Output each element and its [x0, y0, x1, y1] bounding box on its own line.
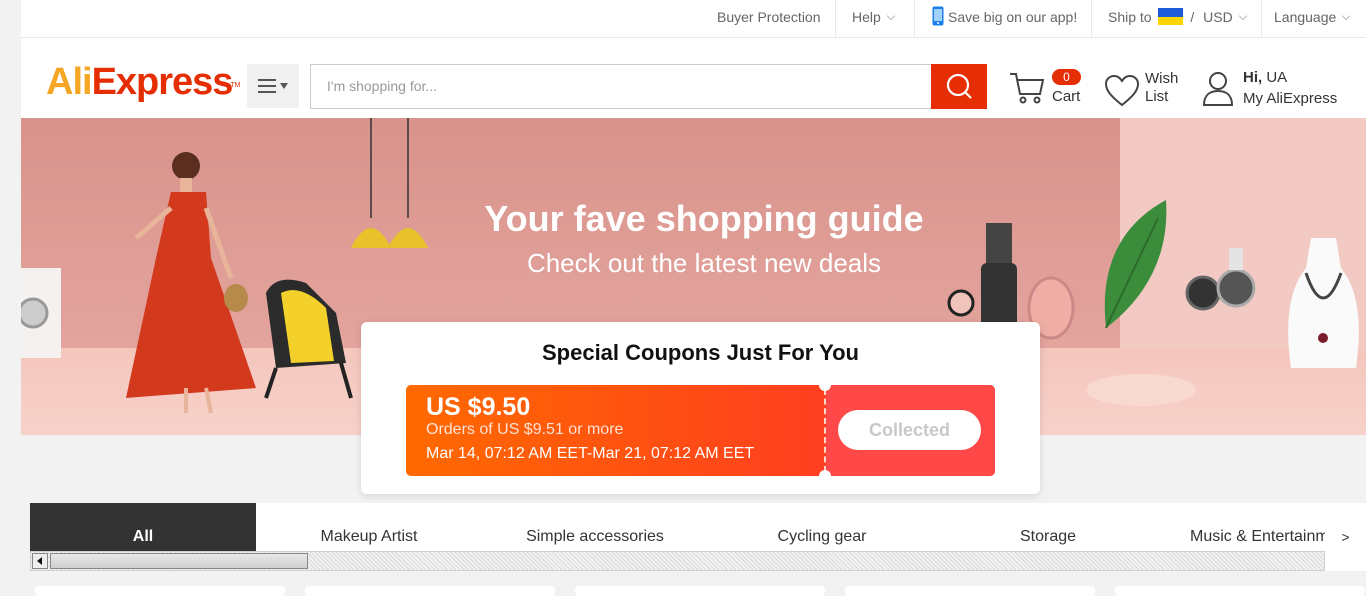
greeting: Hi, UA: [1243, 69, 1288, 86]
buyer-protection-link[interactable]: Buyer Protection: [717, 0, 821, 37]
tab-makeup-artist[interactable]: Makeup Artist: [256, 503, 482, 551]
heart-icon[interactable]: [1104, 74, 1140, 108]
tab-music-entertainment[interactable]: Music & Entertainment: [1161, 503, 1325, 551]
tab-storage[interactable]: Storage: [935, 503, 1161, 551]
phone-icon: [932, 6, 944, 26]
wish-list-line1[interactable]: Wish: [1145, 69, 1178, 88]
horizontal-scrollbar[interactable]: [30, 551, 1325, 571]
product-card[interactable]: [35, 586, 285, 596]
main-header: AliExpress TM I'm shopping for... 0 Cart …: [21, 38, 1366, 118]
language-label: Language: [1274, 9, 1337, 25]
coupon-amount: US $9.50: [426, 393, 531, 421]
category-tabs: All Makeup Artist Simple accessories Cyc…: [30, 503, 1325, 551]
ship-to-selector[interactable]: Ship to / USD: [1108, 0, 1247, 37]
coupon-card: Special Coupons Just For You US $9.50 Or…: [361, 322, 1040, 494]
search-icon: [946, 73, 972, 99]
scrollbar-thumb[interactable]: [50, 553, 308, 569]
my-aliexpress-link[interactable]: My AliExpress: [1243, 89, 1337, 108]
coupon-validity: Mar 14, 07:12 AM EET-Mar 21, 07:12 AM EE…: [426, 445, 755, 462]
washing-machine-illustration: [21, 268, 61, 358]
hamburger-menu-icon: [258, 79, 288, 93]
cart-label[interactable]: Cart: [1052, 87, 1080, 106]
divider: [1091, 0, 1092, 37]
help-label: Help: [852, 9, 881, 25]
round-pedestal-illustration: [1086, 374, 1196, 406]
banner-subtitle: Check out the latest new deals: [526, 248, 882, 278]
app-promo-label: Save big on our app!: [948, 9, 1078, 25]
chevron-down-icon: [886, 11, 896, 21]
app-promo-link[interactable]: Save big on our app!: [932, 0, 1077, 37]
divider: [914, 0, 915, 37]
coupon-ticket[interactable]: US $9.50 Orders of US $9.51 or more Mar …: [406, 385, 995, 476]
divider: [1261, 0, 1262, 37]
product-card[interactable]: [1115, 586, 1365, 596]
divider: [835, 0, 836, 37]
aliexpress-logo[interactable]: AliExpress TM: [46, 60, 240, 104]
help-menu[interactable]: Help: [852, 0, 896, 37]
collected-button[interactable]: Collected: [838, 410, 981, 450]
top-utility-bar: Buyer Protection Help Save big on our ap…: [21, 0, 1366, 38]
product-cards-row: [30, 586, 1365, 596]
tab-all[interactable]: All: [30, 503, 256, 551]
product-card[interactable]: [845, 586, 1095, 596]
ukraine-flag-icon: [1158, 8, 1184, 25]
coupon-heading: Special Coupons Just For You: [541, 340, 859, 365]
search-input[interactable]: I'm shopping for...: [310, 64, 932, 109]
tabs-next-button[interactable]: >: [1325, 503, 1366, 571]
yellow-armchair-illustration: [264, 279, 353, 399]
currency-label: USD: [1203, 9, 1233, 25]
tab-cycling-gear[interactable]: Cycling gear: [709, 503, 935, 551]
slash-separator: /: [1190, 9, 1195, 25]
coupon-condition: Orders of US $9.51 or more: [426, 421, 624, 438]
chevron-down-icon: [1238, 11, 1247, 21]
coupon-notch: [819, 470, 831, 476]
cart-count-badge: 0: [1052, 69, 1081, 85]
language-menu[interactable]: Language: [1274, 0, 1351, 37]
chevron-down-icon: [1342, 11, 1351, 21]
banner-title: Your fave shopping guide: [484, 198, 924, 239]
categories-menu-button[interactable]: [247, 64, 299, 108]
wish-list-line2[interactable]: List: [1145, 87, 1168, 106]
product-card[interactable]: [305, 586, 555, 596]
cart-icon[interactable]: [1008, 68, 1046, 106]
scroll-left-arrow-icon[interactable]: [32, 553, 48, 569]
user-icon[interactable]: [1202, 70, 1234, 106]
tab-simple-accessories[interactable]: Simple accessories: [482, 503, 708, 551]
product-card[interactable]: [575, 586, 825, 596]
ship-to-label: Ship to: [1108, 9, 1152, 25]
search-button[interactable]: [931, 64, 987, 109]
coupon-perforation: [824, 389, 826, 472]
